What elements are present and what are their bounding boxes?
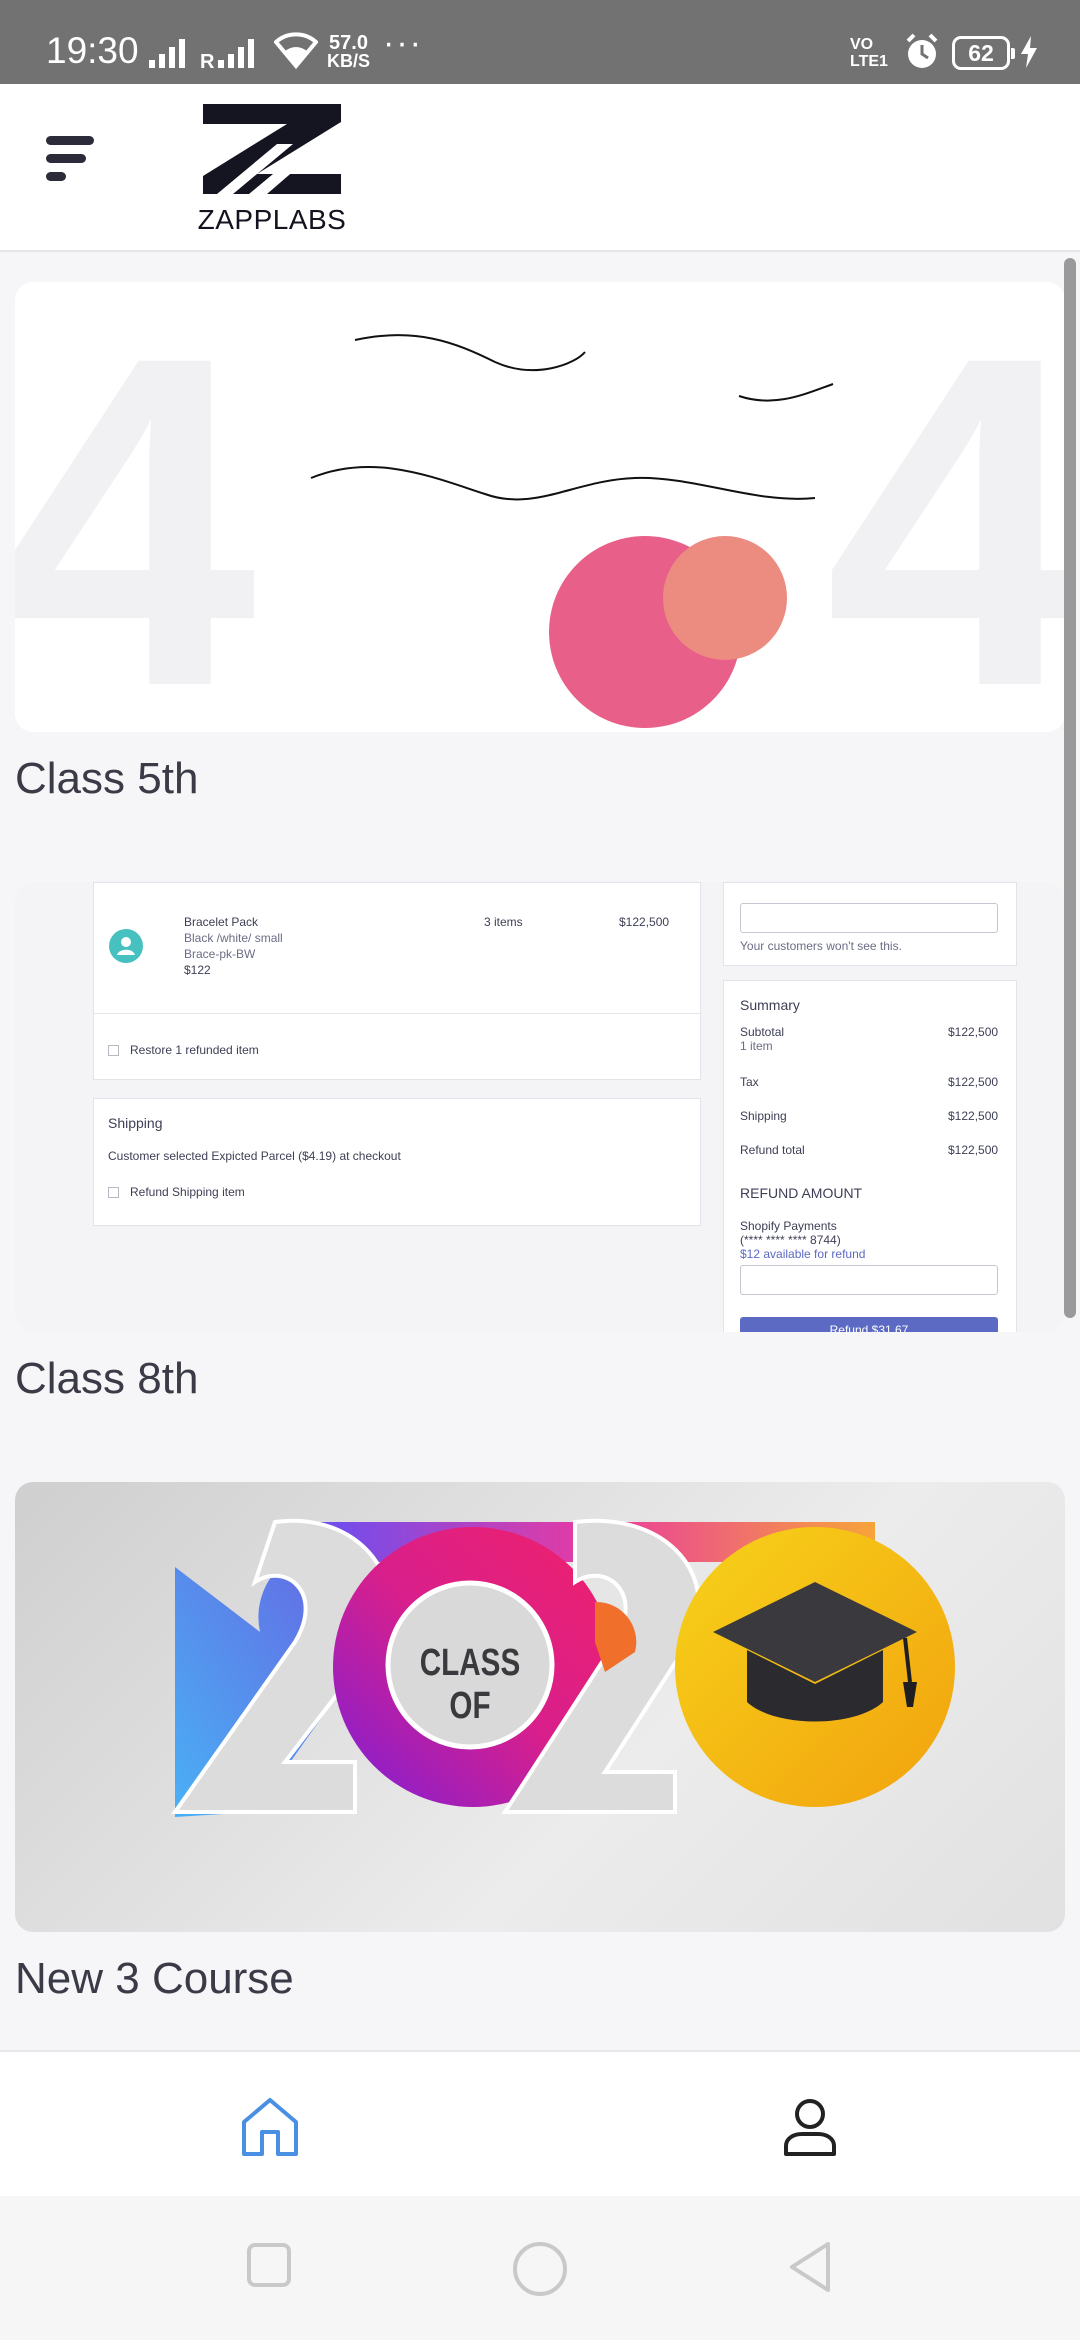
summary-sub: 1 item [740, 1039, 773, 1053]
back-icon[interactable] [786, 2240, 834, 2294]
bottom-navigation [0, 2050, 1080, 2196]
items-count: 3 items [484, 915, 523, 929]
charging-icon [1021, 36, 1037, 68]
status-overflow: ··· [383, 24, 423, 62]
note-field[interactable] [740, 903, 998, 933]
course-image-404[interactable]: 4 4 [15, 282, 1065, 732]
course-list[interactable]: 4 4 Class 5th Bracelet Pack Black /white… [0, 254, 1080, 2050]
zapplabs-logo-mark [203, 104, 341, 194]
class-of-2020-graphic [171, 1518, 955, 1817]
product-price: $122 [184, 963, 211, 977]
wifi-icon [274, 32, 318, 70]
course-title[interactable]: Class 5th [15, 754, 1065, 804]
signal-icon [149, 39, 185, 68]
note-hint: Your customers won't see this. [740, 939, 902, 953]
course-card[interactable]: Bracelet Pack Black /white/ small Brace-… [15, 882, 1065, 1404]
summary-value: $122,500 [948, 1143, 999, 1157]
summary-value: $122,500 [948, 1109, 999, 1123]
summary-label: Refund total [740, 1143, 805, 1157]
status-bar: 19:30 R 57.0 KB/S ··· VO LTE1 62 [0, 0, 1080, 84]
available-amount: $12 available for refund [740, 1247, 866, 1261]
refund-button[interactable]: Refund $31.67 [740, 1317, 998, 1332]
restore-label: Restore 1 refunded item [130, 1043, 259, 1057]
summary-panel: Summary Subtotal 1 item $122,500 Tax $12… [723, 980, 1017, 1332]
home-system-icon[interactable] [511, 2240, 569, 2298]
divider [94, 1013, 700, 1014]
refund-amount-field[interactable] [740, 1265, 998, 1295]
restore-checkbox[interactable] [108, 1045, 119, 1056]
payment-method: Shopify Payments [740, 1219, 837, 1233]
network-speed: 57.0 KB/S [327, 32, 371, 71]
recents-icon[interactable] [246, 2242, 292, 2288]
scrollbar[interactable] [1064, 258, 1076, 1318]
logo-text: ZAPPLABS [197, 204, 347, 235]
summary-heading: Summary [740, 997, 800, 1013]
svg-text:R: R [200, 51, 215, 70]
summary-label: Subtotal [740, 1025, 785, 1039]
product-name: Bracelet Pack [184, 915, 259, 929]
home-icon[interactable] [238, 2094, 302, 2158]
course-card[interactable]: 4 4 Class 5th [15, 282, 1065, 804]
user-avatar-icon [109, 929, 143, 963]
shipping-panel: Shipping Customer selected Expicted Parc… [93, 1098, 701, 1226]
card-mask: (**** **** **** 8744) [740, 1233, 841, 1247]
course-title[interactable]: New 3 Course [15, 1954, 1065, 2004]
course-title[interactable]: Class 8th [15, 1354, 1065, 1404]
salmon-circle [663, 536, 787, 660]
shipping-heading: Shipping [108, 1115, 163, 1131]
summary-label: Tax [740, 1075, 759, 1089]
product-panel: Bracelet Pack Black /white/ small Brace-… [93, 882, 701, 1080]
app-logo: ZAPPLABS [197, 102, 347, 236]
refund-shipping-label: Refund Shipping item [130, 1185, 245, 1199]
refund-shipping-checkbox[interactable] [108, 1187, 119, 1198]
app-bar: ZAPPLABS [0, 84, 1080, 252]
signal-roaming-icon: R [200, 39, 254, 70]
squiggle-lines [310, 334, 834, 501]
battery-indicator: 62 [952, 36, 1015, 70]
course-image-class-of-2020[interactable]: CLASS OF [15, 1482, 1065, 1932]
course-image-refund-screenshot[interactable]: Bracelet Pack Black /white/ small Brace-… [15, 882, 1065, 1332]
course-card[interactable]: CLASS OF New 3 Course [15, 1482, 1065, 2004]
note-panel: Your customers won't see this. [723, 882, 1017, 966]
product-variant: Black /white/ small [184, 931, 283, 945]
refund-amount-heading: REFUND AMOUNT [740, 1185, 863, 1201]
shipping-text: Customer selected Expicted Parcel ($4.19… [108, 1149, 401, 1163]
summary-value: $122,500 [948, 1025, 999, 1039]
menu-icon[interactable] [46, 136, 106, 196]
system-navigation-bar [0, 2196, 1080, 2340]
status-time: 19:30 [46, 30, 139, 71]
class-of-badge: CLASS OF [419, 1642, 521, 1727]
volte-indicator: VO LTE1 [850, 36, 888, 70]
person-icon[interactable] [778, 2094, 842, 2158]
summary-label: Shipping [740, 1109, 787, 1123]
item-total: $122,500 [619, 915, 670, 929]
alarm-icon [906, 33, 938, 68]
summary-value: $122,500 [948, 1075, 999, 1089]
product-sku: Brace-pk-BW [184, 947, 256, 961]
